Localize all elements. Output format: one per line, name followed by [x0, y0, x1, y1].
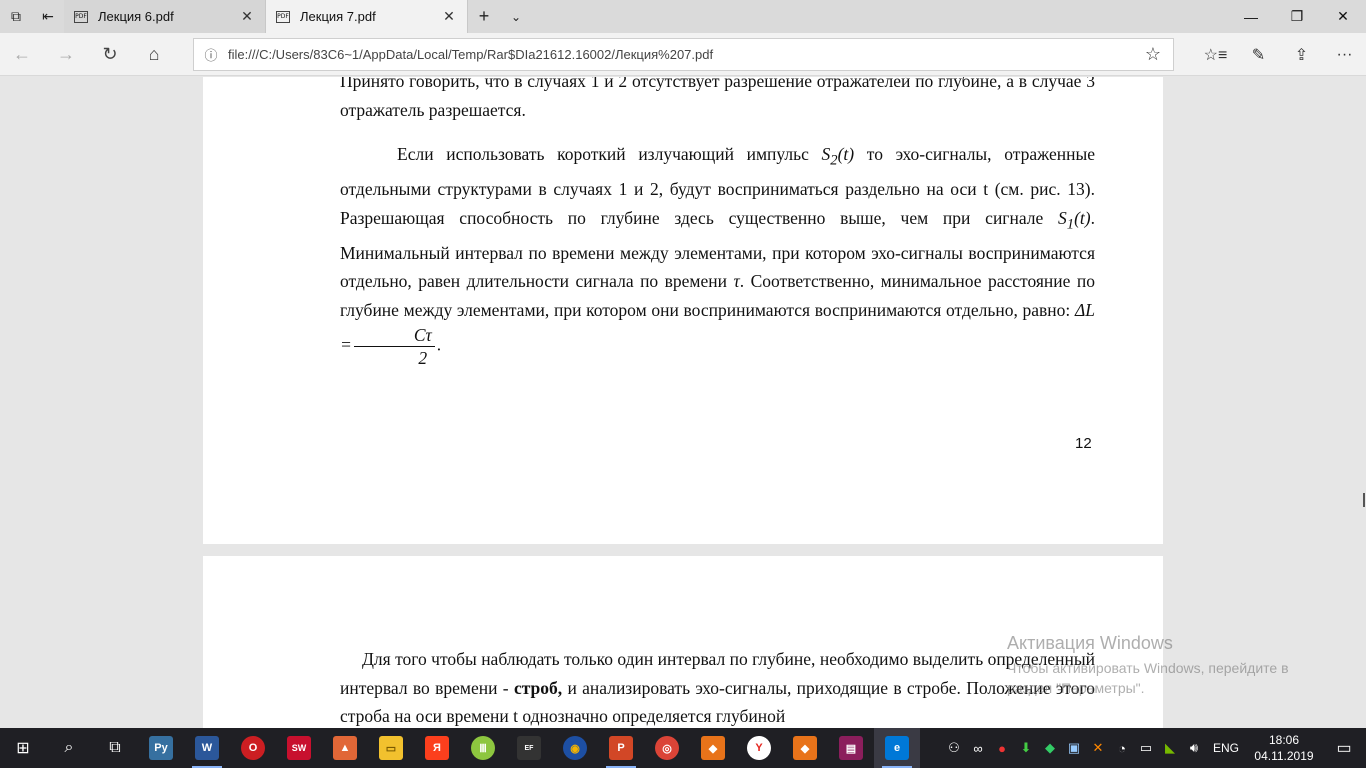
window-controls: — ❐ ✕: [1228, 0, 1366, 33]
green-app-icon[interactable]: Ⅲ: [460, 728, 506, 768]
math-s1: S1(t): [1058, 207, 1091, 233]
page-text: Для того чтобы наблюдать только один инт…: [340, 645, 1095, 728]
app-tray-4-icon[interactable]: ✕: [1086, 728, 1110, 768]
toolbar-right: ☆≡ ✎ ⇪ ···: [1194, 33, 1366, 76]
edge-icon[interactable]: e: [874, 728, 920, 768]
activation-watermark: Активация Windows Чтобы активировать Win…: [1007, 633, 1327, 698]
app-tray-1-icon[interactable]: ●: [990, 728, 1014, 768]
network-icon[interactable]: ◔: [1110, 728, 1134, 768]
file-explorer-icon[interactable]: ▭: [368, 728, 414, 768]
tab-bar: ⧉ ⇤ PDF Лекция 6.pdf ✕ PDF Лекция 7.pdf …: [0, 0, 1366, 33]
chrome-icon[interactable]: ◎: [644, 728, 690, 768]
yandex-icon[interactable]: Я: [414, 728, 460, 768]
home-button[interactable]: ⌂: [138, 39, 170, 69]
math-fraction: Cτ 2: [353, 324, 435, 369]
enemy-front-icon[interactable]: EF: [506, 728, 552, 768]
orange-app-2-icon[interactable]: ◆: [782, 728, 828, 768]
solidworks-icon[interactable]: SW: [276, 728, 322, 768]
people-icon[interactable]: ⚇: [942, 728, 966, 768]
math-s2: S2(t): [821, 144, 855, 169]
pdf-icon: PDF: [276, 10, 290, 23]
language-indicator[interactable]: ENG: [1206, 741, 1246, 755]
paragraph-text: Если использовать короткий излучающий им…: [397, 144, 809, 164]
pdf-viewer[interactable]: Принято говорить, что в случаях 1 и 2 от…: [0, 77, 1366, 728]
notification-center-icon[interactable]: ▭: [1322, 738, 1366, 758]
system-tray: ⚇ ∞ ● ⬇ ◆ ▣ ✕ ◔ ▭ ◣ 🔊︎ ENG 18:06 04.11.2…: [942, 728, 1366, 768]
minimize-button[interactable]: —: [1228, 0, 1274, 33]
refresh-button[interactable]: ↻: [94, 39, 126, 69]
link-icon[interactable]: ∞: [966, 728, 990, 768]
paragraph: Для того чтобы наблюдать только один инт…: [340, 649, 1096, 726]
close-tab-icon[interactable]: ✕: [239, 8, 255, 25]
tab-lecture7[interactable]: PDF Лекция 7.pdf ✕: [266, 0, 468, 33]
task-view-icon[interactable]: ⧉: [92, 728, 138, 768]
nvidia-icon[interactable]: ◣: [1158, 728, 1182, 768]
app-tray-2-icon[interactable]: ◆: [1038, 728, 1062, 768]
favorites-hub-icon[interactable]: ☆≡: [1194, 33, 1237, 76]
clock-time: 18:06: [1268, 733, 1300, 747]
tabs-aside-icon[interactable]: ⇤: [32, 0, 64, 33]
orange-app-icon[interactable]: ◆: [690, 728, 736, 768]
matlab-icon[interactable]: ▲: [322, 728, 368, 768]
blue-circle-app-icon[interactable]: ◉: [552, 728, 598, 768]
app-tray-3-icon[interactable]: ▣: [1062, 728, 1086, 768]
forward-button[interactable]: →: [50, 39, 82, 69]
bold-term: строб,: [513, 677, 563, 698]
back-button[interactable]: ←: [6, 39, 38, 69]
clock-date: 04.11.2019: [1254, 749, 1314, 763]
powerpoint-icon[interactable]: P: [598, 728, 644, 768]
page-text: Принято говорить, что в случаях 1 и 2 от…: [340, 77, 1095, 369]
info-icon[interactable]: ⓘ: [194, 45, 228, 64]
search-icon[interactable]: ⌕: [46, 728, 92, 768]
word-icon[interactable]: W: [184, 728, 230, 768]
start-button[interactable]: ⊞: [0, 728, 46, 768]
address-bar[interactable]: ⓘ file:///C:/Users/83C6~1/AppData/Local/…: [193, 38, 1174, 71]
share-icon[interactable]: ⇪: [1280, 33, 1323, 76]
tab-title: Лекция 7.pdf: [300, 9, 376, 24]
restore-button[interactable]: ❐: [1274, 0, 1320, 33]
tab-title: Лекция 6.pdf: [98, 9, 174, 24]
opera-icon[interactable]: O: [230, 728, 276, 768]
yandex-browser-icon[interactable]: Y: [736, 728, 782, 768]
volume-icon[interactable]: 🔊︎: [1182, 728, 1206, 768]
url-text[interactable]: file:///C:/Users/83C6~1/AppData/Local/Te…: [228, 47, 1133, 62]
close-window-button[interactable]: ✕: [1320, 0, 1366, 33]
winrar-icon[interactable]: ▤: [828, 728, 874, 768]
set-tabs-aside-icon[interactable]: ⧉: [0, 0, 32, 33]
pdf-icon: PDF: [74, 10, 88, 23]
favorite-star-icon[interactable]: ☆: [1133, 44, 1173, 65]
paragraph: Принято говорить, что в случаях 1 и 2 от…: [340, 77, 1095, 120]
battery-icon[interactable]: ▭: [1134, 728, 1158, 768]
tab-list-chevron-icon[interactable]: ⌄: [500, 0, 532, 33]
scrollbar-thumb[interactable]: [1363, 493, 1365, 507]
web-note-icon[interactable]: ✎: [1237, 33, 1280, 76]
close-tab-icon[interactable]: ✕: [441, 8, 457, 25]
page-number: 12: [1075, 435, 1092, 452]
tab-lecture6[interactable]: PDF Лекция 6.pdf ✕: [64, 0, 266, 33]
more-menu-icon[interactable]: ···: [1323, 33, 1366, 76]
new-tab-button[interactable]: +: [468, 0, 500, 33]
paragraph: Если использовать короткий излучающий им…: [340, 144, 1096, 369]
clock[interactable]: 18:06 04.11.2019: [1246, 732, 1322, 764]
taskbar: ⊞ ⌕ ⧉ Py W O SW ▲ ▭ Я Ⅲ EF ◉ P ◎ ◆ Y ◆ ▤…: [0, 728, 1366, 768]
python-icon[interactable]: Py: [138, 728, 184, 768]
watermark-title: Активация Windows: [1007, 633, 1173, 653]
navigation-bar: ← → ↻ ⌂ ⓘ file:///C:/Users/83C6~1/AppDat…: [0, 33, 1366, 76]
download-tray-icon[interactable]: ⬇: [1014, 728, 1038, 768]
pdf-page: Принято говорить, что в случаях 1 и 2 от…: [203, 77, 1163, 544]
watermark-text: Чтобы активировать Windows, перейдите в …: [1007, 660, 1289, 696]
